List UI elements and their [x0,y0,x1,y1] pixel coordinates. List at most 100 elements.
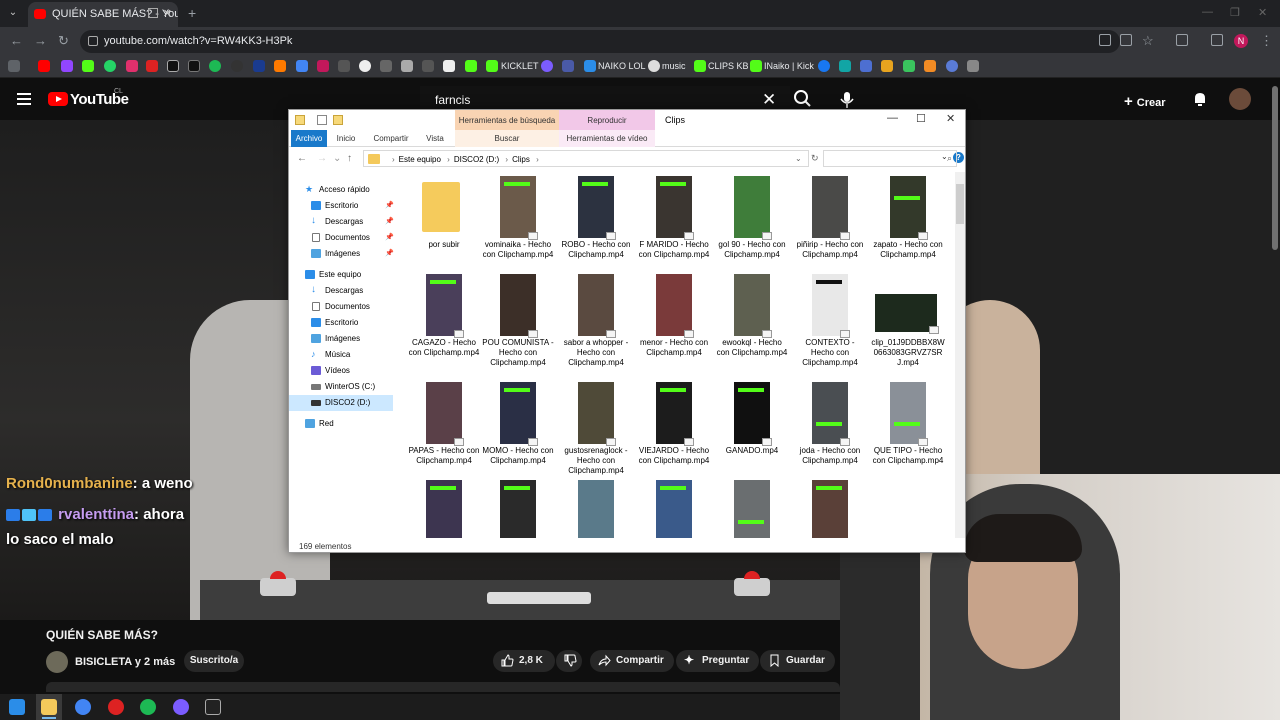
new-folder-icon[interactable] [333,115,343,125]
nav-escritorio[interactable]: Escritorio 📌 [289,198,401,214]
tab-audio-icon[interactable] [148,8,158,18]
file-tile[interactable]: CAGAZO - Hecho con Clipchamp.mp4 [407,272,481,372]
bookmark-instagram-icon[interactable] [126,60,138,72]
nav-documentos[interactable]: Documentos 📌 [289,230,401,246]
nav-acceso-rapido[interactable]: ★ Acceso rápido [289,182,401,198]
bookmark-spotify-icon[interactable] [209,60,221,72]
bookmark-clipskb-icon[interactable] [694,60,706,72]
bookmark-kb-icon[interactable] [422,60,434,72]
bookmark-pinterest-icon[interactable] [146,60,158,72]
file-tile[interactable]: gol 90 - Hecho con Clipchamp.mp4 [715,174,789,274]
channel-avatar[interactable] [46,651,68,673]
file-explorer-icon[interactable] [41,699,57,715]
nav-pc-descargas[interactable]: ↓ Descargas [289,283,401,299]
file-tile[interactable] [793,478,867,538]
guide-menu-icon[interactable] [17,93,31,105]
breadcrumb-chevron-icon[interactable]: › [536,155,539,164]
file-tile[interactable]: vominaika - Hecho con Clipchamp.mp4 [481,174,555,274]
file-tile[interactable]: QUE TIPO - Hecho con Clipchamp.mp4 [871,380,945,480]
bookmark-kicklet-icon[interactable] [486,60,498,72]
bookmark-white-icon[interactable] [359,60,371,72]
bookmark-yellow-icon[interactable] [881,60,893,72]
refresh-icon[interactable]: ↻ [811,153,819,164]
nav-drive-c[interactable]: WinterOS (C:) [289,379,401,395]
explorer-forward-button[interactable]: → [317,153,327,164]
bookmark-x-icon[interactable] [167,60,179,72]
window-close-button[interactable]: ✕ [1258,6,1267,19]
back-button[interactable]: ← [10,33,23,48]
file-explorer-window[interactable]: Herramientas de búsqueda Reproducir Clip… [288,109,966,553]
bookmark-facebook-icon[interactable] [818,60,830,72]
nav-pc-imagenes[interactable]: Imágenes [289,331,401,347]
explorer-scrollbar[interactable] [955,172,965,538]
url-field[interactable]: youtube.com/watch?v=RW4KK3-H3Pk [80,30,1120,53]
explorer-minimize-button[interactable]: — [887,112,898,124]
profile-avatar[interactable]: N [1234,34,1248,48]
bookmark-orange-icon[interactable] [274,60,286,72]
file-tile[interactable]: VIEJARDO - Hecho con Clipchamp.mp4 [637,380,711,480]
file-tile[interactable]: piñirip - Hecho con Clipchamp.mp4 [793,174,867,274]
bookmark-teal-icon[interactable] [839,60,851,72]
voice-search-button[interactable] [838,91,856,109]
menu-icon[interactable]: ⋮ [1260,33,1273,49]
clear-search-icon[interactable]: ✕ [762,90,776,110]
bookmark-chrome-icon[interactable] [380,60,392,72]
file-tile[interactable]: menor - Hecho con Clipchamp.mp4 [637,272,711,372]
bookmark-purple-icon[interactable] [541,60,553,72]
chrome-icon[interactable] [75,699,91,715]
apps-icon[interactable] [8,60,20,72]
explorer-titlebar[interactable]: Herramientas de búsqueda Reproducir Clip… [289,110,965,130]
translate-icon[interactable] [1099,34,1111,46]
spotify-icon[interactable] [140,699,156,715]
media-icon[interactable] [1211,34,1223,46]
file-tile[interactable]: joda - Hecho con Clipchamp.mp4 [793,380,867,480]
obs-icon[interactable] [108,699,124,715]
bookmark-s-icon[interactable] [231,60,243,72]
tab-buscar[interactable]: Buscar [455,130,559,147]
notifications-button[interactable] [1192,91,1208,107]
page-scrollbar[interactable] [1272,86,1278,250]
file-tile[interactable]: MOMO - Hecho con Clipchamp.mp4 [481,380,555,480]
windows-start-icon[interactable] [9,699,25,715]
search-button[interactable] [790,86,814,110]
breadcrumb-chevron-icon[interactable]: › [392,155,395,164]
bookmark-kicklet[interactable]: KICKLET [501,61,539,71]
bookmark-clips-kb[interactable]: CLIPS KB [708,61,749,71]
nav-descargas[interactable]: ↓ Descargas 📌 [289,214,401,230]
breadcrumb-clips[interactable]: Clips [512,155,530,164]
tab-close-icon[interactable]: ✕ [163,7,172,20]
bookmark-kick-icon[interactable] [82,60,94,72]
discord-icon[interactable] [173,699,189,715]
bookmark-music[interactable]: music [662,61,686,71]
recent-locations-icon[interactable]: ⌄ [333,153,341,164]
file-tile[interactable]: F MARIDO - Hecho con Clipchamp.mp4 [637,174,711,274]
file-tile[interactable] [715,478,789,538]
bookmark-blue-icon[interactable] [296,60,308,72]
bookmark-music-icon[interactable] [648,60,660,72]
bookmark-inaiko-icon[interactable] [750,60,762,72]
explorer-up-button[interactable]: ↑ [347,153,352,164]
bookmark-shield-icon[interactable] [562,60,574,72]
file-tile[interactable]: clip_01J9DDBBX8W0663083GRVZ7SRJ.mp4 [871,272,945,372]
nav-drive-d[interactable]: DISCO2 (D:) [289,395,393,411]
file-tile[interactable]: GANADO.mp4 [715,380,789,480]
youtube-logo-icon[interactable] [48,92,68,106]
tab-video-tools[interactable]: Herramientas de vídeo [559,130,655,147]
tab-vista[interactable]: Vista [421,130,449,147]
description-box[interactable] [46,682,840,692]
address-dropdown-icon[interactable]: ⌄ [795,154,802,163]
bookmark-sync-icon[interactable] [946,60,958,72]
file-tile[interactable]: sabor a whopper - Hecho con Clipchamp.mp… [559,272,633,372]
account-avatar[interactable] [1229,88,1251,110]
tab-archivo[interactable]: Archivo [291,130,327,147]
tab-compartir[interactable]: Compartir [369,130,413,147]
bookmark-u-icon[interactable] [924,60,936,72]
file-tile[interactable]: por subir [407,174,481,274]
nav-este-equipo[interactable]: Este equipo [289,267,401,283]
file-tile[interactable] [481,478,555,538]
bookmark-tiktok-icon[interactable] [188,60,200,72]
bookmark-youtube-icon[interactable] [38,60,50,72]
file-tile[interactable] [559,478,633,538]
extensions-icon[interactable] [1176,34,1188,46]
properties-icon[interactable] [317,115,327,125]
